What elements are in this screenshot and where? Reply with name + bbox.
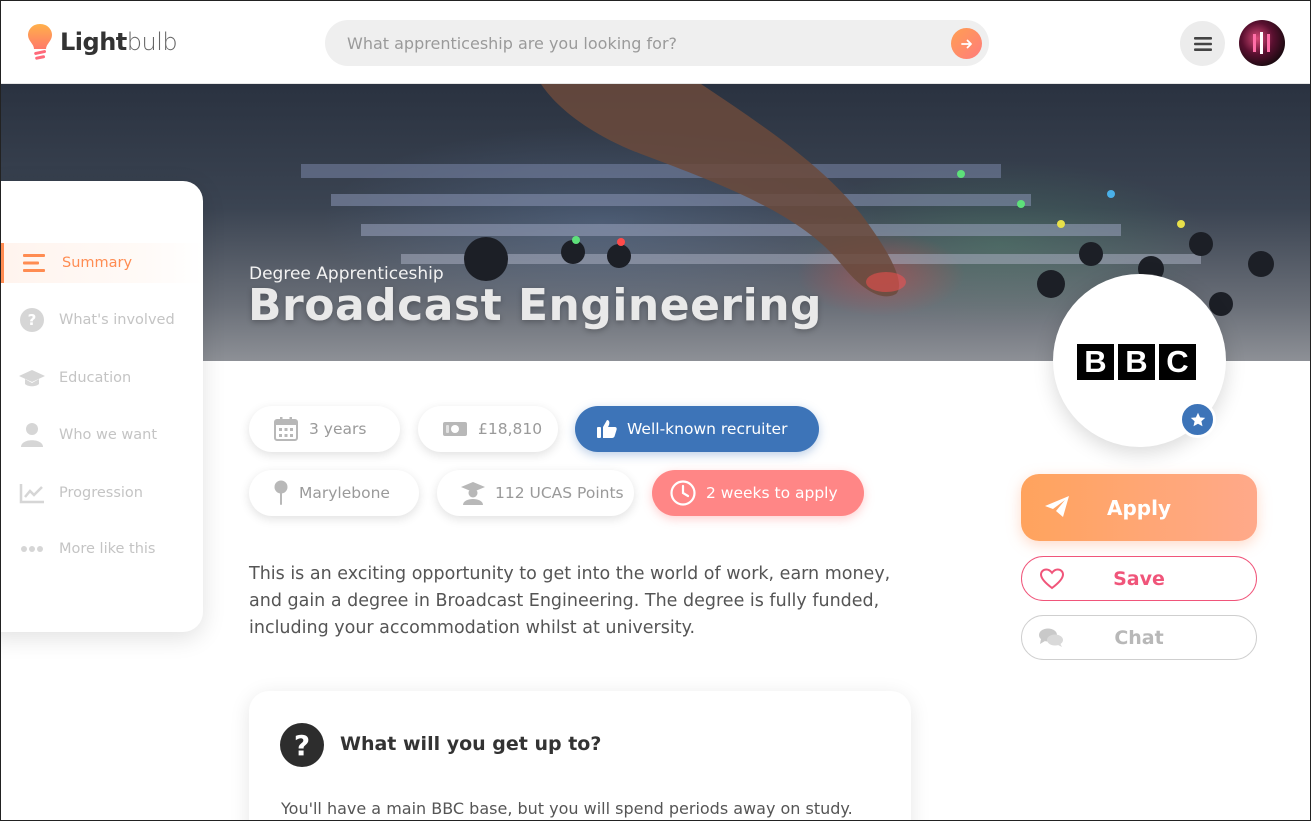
sidebar-item-label: Education <box>59 370 132 386</box>
duration-pill: 3 years <box>249 406 400 452</box>
sidebar-item-label: What's involved <box>59 312 175 328</box>
logo-wordmark: Lightbulb <box>60 28 178 56</box>
thumbs-up-icon <box>597 419 617 439</box>
page: Lightbulb What apprenticeship are you lo… <box>0 0 1311 821</box>
section-sidebar: Summary ? What's involved Education Who … <box>1 181 203 632</box>
sidebar-item-whats-involved[interactable]: ? What's involved <box>1 300 203 340</box>
apply-label: Apply <box>1106 495 1171 520</box>
ucas-pill: 112 UCAS Points <box>437 470 634 516</box>
money-icon <box>442 420 468 438</box>
employer-logo[interactable]: BBC <box>1053 274 1226 447</box>
search-input[interactable] <box>347 20 937 66</box>
apply-button[interactable]: Apply <box>1021 474 1257 541</box>
card-title: What will you get up to? <box>340 733 602 755</box>
save-button[interactable]: Save <box>1021 556 1257 601</box>
what-you-do-card: ? What will you get up to? You'll have a… <box>249 691 911 820</box>
more-dots-icon <box>18 537 46 561</box>
menu-button[interactable] <box>1180 21 1225 66</box>
top-header: Lightbulb <box>1 1 1310 84</box>
graduate-icon <box>461 481 485 505</box>
graduation-cap-icon <box>18 366 46 390</box>
save-label: Save <box>1113 567 1165 590</box>
deadline-text: 2 weeks to apply <box>706 484 838 502</box>
svg-text:?: ? <box>28 311 37 329</box>
chat-button[interactable]: Chat <box>1021 615 1257 660</box>
deadline-badge: 2 weeks to apply <box>652 470 864 516</box>
sidebar-item-label: More like this <box>59 541 156 557</box>
recruiter-text: Well-known recruiter <box>627 420 788 438</box>
sidebar-item-education[interactable]: Education <box>1 358 203 398</box>
chat-label: Chat <box>1114 626 1164 649</box>
list-icon <box>21 251 49 275</box>
sidebar-item-progression[interactable]: Progression <box>1 473 203 513</box>
bbc-logo: BBC <box>1077 344 1196 380</box>
lightbulb-logo[interactable]: Lightbulb <box>26 21 178 63</box>
location-pin-icon <box>273 480 289 506</box>
arrow-right-icon <box>960 39 972 48</box>
sidebar-item-who-we-want[interactable]: Who we want <box>1 415 203 455</box>
calendar-icon <box>273 416 299 442</box>
location-pill: Marylebone <box>249 470 419 516</box>
sidebar-item-label: Summary <box>62 255 133 271</box>
sidebar-item-label: Who we want <box>59 427 158 443</box>
card-text: You'll have a main BBC base, but you wil… <box>281 799 853 818</box>
location-text: Marylebone <box>299 484 390 502</box>
page-title: Broadcast Engineering <box>248 280 823 331</box>
sidebar-item-more-like-this[interactable]: More like this <box>1 529 203 569</box>
question-icon: ? <box>280 723 324 767</box>
ucas-text: 112 UCAS Points <box>495 484 624 502</box>
paper-plane-icon <box>1045 496 1069 523</box>
search-submit-button[interactable] <box>951 28 982 59</box>
salary-text: £18,810 <box>478 420 543 438</box>
hamburger-icon <box>1193 36 1212 51</box>
search-bar <box>325 20 989 66</box>
person-icon <box>18 423 46 447</box>
chat-bubbles-icon <box>1038 627 1064 654</box>
sidebar-item-label: Progression <box>59 485 143 501</box>
heart-icon <box>1039 568 1065 595</box>
summary-description: This is an exciting opportunity to get i… <box>249 564 891 638</box>
salary-pill: £18,810 <box>418 406 558 452</box>
duration-text: 3 years <box>309 420 367 438</box>
bulb-logo-icon <box>28 24 52 60</box>
chart-icon <box>18 481 46 505</box>
clock-icon <box>670 480 696 506</box>
user-avatar[interactable] <box>1239 20 1285 66</box>
recruiter-badge: Well-known recruiter <box>575 406 819 452</box>
star-icon <box>1179 401 1216 438</box>
sidebar-item-summary[interactable]: Summary <box>1 243 203 283</box>
question-icon: ? <box>18 308 46 332</box>
